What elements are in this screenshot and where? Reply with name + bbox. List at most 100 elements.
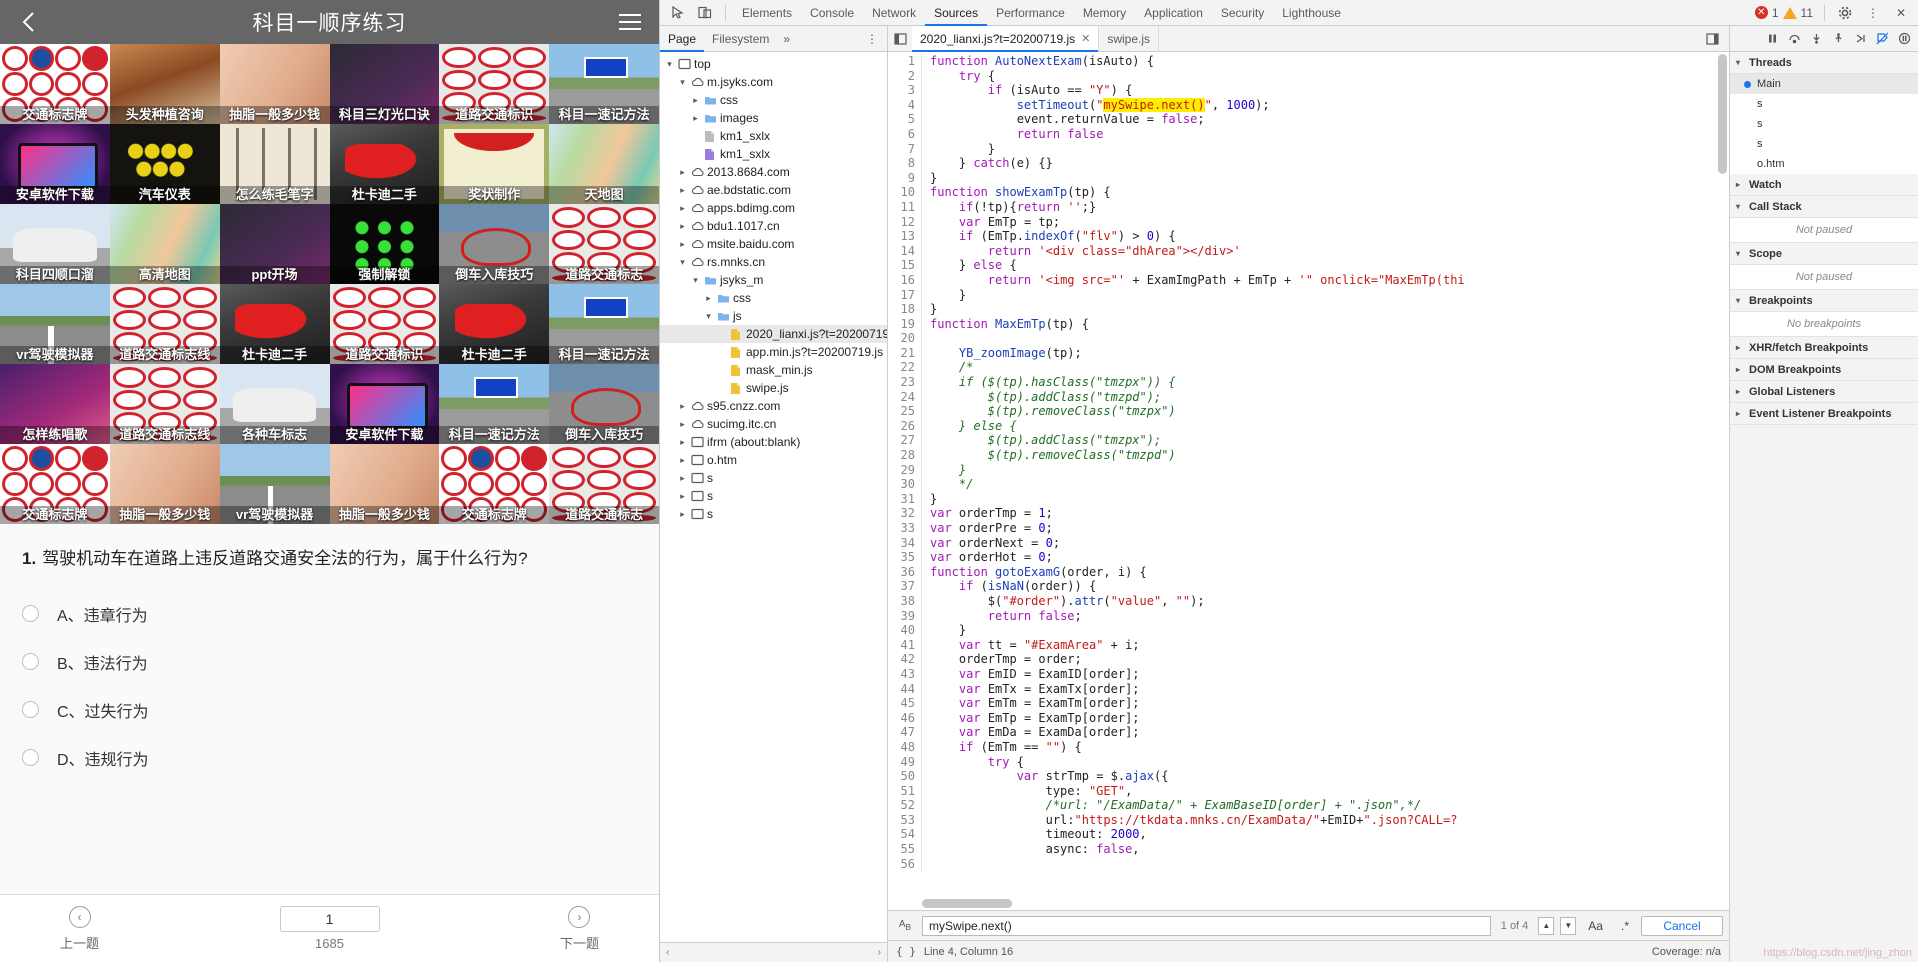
code-line-content[interactable]: $(tp).addClass("tmzpd"); bbox=[922, 390, 1161, 405]
ad-thumbnail[interactable]: 杜卡迪二手 bbox=[439, 284, 550, 364]
code-line-content[interactable]: /* bbox=[922, 360, 973, 375]
code-line-number[interactable]: 9 bbox=[888, 170, 922, 186]
thread-item[interactable]: s bbox=[1730, 94, 1918, 114]
code-line-number[interactable]: 50 bbox=[888, 769, 922, 784]
code-editor[interactable]: 1 function AutoNextExam(isAuto) {2 try {3… bbox=[888, 52, 1729, 910]
file-tree-item[interactable]: ▸ apps.bdimg.com bbox=[660, 199, 887, 217]
code-line-content[interactable]: type: "GET", bbox=[922, 784, 1133, 799]
ad-thumbnail[interactable]: 道路交通标志 bbox=[549, 444, 659, 524]
source-tab[interactable]: swipe.js bbox=[1099, 25, 1160, 52]
code-line-content[interactable]: var tt = "#ExamArea" + i; bbox=[922, 638, 1140, 653]
code-line-number[interactable]: 46 bbox=[888, 710, 922, 726]
debugger-section-header[interactable]: ▾ Scope bbox=[1730, 243, 1918, 265]
thread-item[interactable]: s bbox=[1730, 134, 1918, 154]
chevron-down-icon[interactable]: ▾ bbox=[690, 275, 701, 286]
ad-thumbnail[interactable]: 科目四顺口溜 bbox=[0, 204, 110, 284]
close-icon[interactable]: ✕ bbox=[1888, 1, 1914, 25]
ad-thumbnail[interactable]: 道路交通标志线 bbox=[109, 364, 220, 444]
code-line-number[interactable]: 8 bbox=[888, 156, 922, 171]
debugger-section-header[interactable]: ▾ Breakpoints bbox=[1730, 290, 1918, 312]
option-row[interactable]: B、违法行为 bbox=[22, 646, 637, 678]
code-line-content[interactable]: var EmTp = tp; bbox=[922, 215, 1060, 230]
file-tree-item[interactable]: mask_min.js bbox=[660, 361, 887, 379]
ad-thumbnail[interactable]: 各种车标志 bbox=[219, 364, 330, 444]
file-tree-item[interactable]: swipe.js bbox=[660, 379, 887, 397]
code-line-content[interactable]: } bbox=[922, 463, 966, 478]
chevron-right-icon[interactable]: ▸ bbox=[677, 419, 688, 430]
code-line-content[interactable]: var strTmp = $.ajax({ bbox=[922, 769, 1169, 784]
devtools-tab-console[interactable]: Console bbox=[801, 0, 863, 26]
ad-thumbnail[interactable]: 抽脂一般多少钱 bbox=[329, 444, 440, 524]
devtools-tab-performance[interactable]: Performance bbox=[987, 0, 1074, 26]
debugger-section-header[interactable]: ▸ DOM Breakpoints bbox=[1730, 359, 1918, 381]
code-line-number[interactable]: 43 bbox=[888, 666, 922, 682]
code-line-content[interactable]: var EmTp = ExamTp[order]; bbox=[922, 711, 1140, 726]
chevron-down-icon[interactable]: ▾ bbox=[664, 59, 675, 70]
file-tree-item[interactable]: ▸ sucimg.itc.cn bbox=[660, 415, 887, 433]
ad-thumbnail[interactable]: 杜卡迪二手 bbox=[329, 124, 440, 204]
code-line-content[interactable]: var orderNext = 0; bbox=[922, 536, 1060, 551]
device-toggle-icon[interactable] bbox=[692, 1, 718, 25]
code-line-content[interactable]: var orderTmp = 1; bbox=[922, 506, 1053, 521]
ad-thumbnail[interactable]: 科目三灯光口诀 bbox=[329, 44, 440, 124]
code-line-number[interactable]: 6 bbox=[888, 126, 922, 142]
ad-thumbnail[interactable]: 倒车入库技巧 bbox=[549, 364, 659, 444]
kebab-menu-icon[interactable]: ⋮ bbox=[1860, 1, 1886, 25]
deactivate-breakpoints-icon[interactable] bbox=[1872, 29, 1892, 49]
code-line-number[interactable]: 3 bbox=[888, 83, 922, 98]
ad-thumbnail[interactable]: 科目一速记方法 bbox=[439, 364, 550, 444]
code-line-content[interactable]: $("#order").attr("value", ""); bbox=[922, 594, 1205, 609]
option-row[interactable]: C、过失行为 bbox=[22, 694, 637, 726]
ad-thumbnail[interactable]: 交通标志牌 bbox=[439, 444, 550, 524]
file-tree-item[interactable]: km1_sxlx bbox=[660, 127, 887, 145]
debugger-section-header[interactable]: ▸ Event Listener Breakpoints bbox=[1730, 403, 1918, 425]
file-tree-item[interactable]: ▾ js bbox=[660, 307, 887, 325]
ad-thumbnail[interactable]: 汽车仪表 bbox=[109, 124, 220, 204]
ad-thumbnail[interactable]: vr驾驶模拟器 bbox=[0, 284, 110, 364]
code-line-content[interactable]: return false; bbox=[922, 609, 1082, 624]
back-button[interactable] bbox=[10, 0, 46, 44]
file-tree-item[interactable]: ▾ top bbox=[660, 55, 887, 73]
ad-thumbnail[interactable]: 杜卡迪二手 bbox=[219, 284, 330, 364]
file-tree-item[interactable]: ▸ s95.cnzz.com bbox=[660, 397, 887, 415]
code-line-number[interactable]: 17 bbox=[888, 287, 922, 303]
code-line-content[interactable]: } catch(e) {} bbox=[922, 156, 1053, 171]
show-navigator-icon[interactable] bbox=[888, 32, 912, 45]
ad-thumbnail[interactable]: 道路交通标志线 bbox=[109, 284, 220, 364]
ad-thumbnail[interactable]: 道路交通标识 bbox=[439, 44, 550, 124]
file-tree-item[interactable]: ▾ m.jsyks.com bbox=[660, 73, 887, 91]
ad-thumbnail[interactable]: 奖状制作 bbox=[439, 124, 550, 204]
code-line-content[interactable]: } bbox=[922, 142, 995, 157]
devtools-tab-sources[interactable]: Sources bbox=[925, 0, 987, 26]
chevron-down-icon[interactable]: ▾ bbox=[703, 311, 714, 322]
file-tree-item[interactable]: ▸ s bbox=[660, 505, 887, 523]
match-case-button[interactable]: Aa bbox=[1582, 919, 1609, 933]
navigator-tab-page[interactable]: Page bbox=[660, 26, 704, 52]
code-line-content[interactable]: $(tp).addClass("tmzpx"); bbox=[922, 433, 1161, 448]
ad-thumbnail[interactable]: 抽脂一般多少钱 bbox=[219, 44, 330, 124]
code-line-number[interactable]: 51 bbox=[888, 783, 922, 799]
code-line-content[interactable] bbox=[922, 331, 930, 346]
file-tree-item[interactable]: ▸ ae.bdstatic.com bbox=[660, 181, 887, 199]
code-line-number[interactable]: 19 bbox=[888, 316, 922, 332]
ad-thumbnail[interactable]: 怎样练唱歌 bbox=[0, 364, 110, 444]
next-question-button[interactable]: › 下一题 bbox=[560, 905, 599, 952]
devtools-tab-application[interactable]: Application bbox=[1135, 0, 1212, 26]
devtools-tab-elements[interactable]: Elements bbox=[733, 0, 801, 26]
code-line-number[interactable]: 56 bbox=[888, 856, 922, 872]
code-line-content[interactable]: } bbox=[922, 288, 966, 303]
code-line-number[interactable]: 18 bbox=[888, 302, 922, 317]
option-row[interactable]: D、违规行为 bbox=[22, 742, 637, 774]
prev-question-button[interactable]: ‹ 上一题 bbox=[60, 905, 99, 952]
code-line-number[interactable]: 41 bbox=[888, 637, 922, 653]
code-line-content[interactable]: if (isNaN(order)) { bbox=[922, 579, 1096, 594]
navigator-scroll-left-icon[interactable]: ‹ bbox=[666, 947, 669, 958]
file-tree-item[interactable]: ▸ msite.baidu.com bbox=[660, 235, 887, 253]
code-line-number[interactable]: 34 bbox=[888, 535, 922, 551]
code-line-number[interactable]: 49 bbox=[888, 754, 922, 770]
file-tree-item[interactable]: 2020_lianxi.js?t=20200719.js bbox=[660, 325, 887, 343]
ad-thumbnail[interactable]: 强制解锁 bbox=[329, 204, 440, 284]
code-line-number[interactable]: 11 bbox=[888, 199, 922, 215]
code-line-number[interactable]: 52 bbox=[888, 798, 922, 813]
code-line-number[interactable]: 45 bbox=[888, 696, 922, 711]
